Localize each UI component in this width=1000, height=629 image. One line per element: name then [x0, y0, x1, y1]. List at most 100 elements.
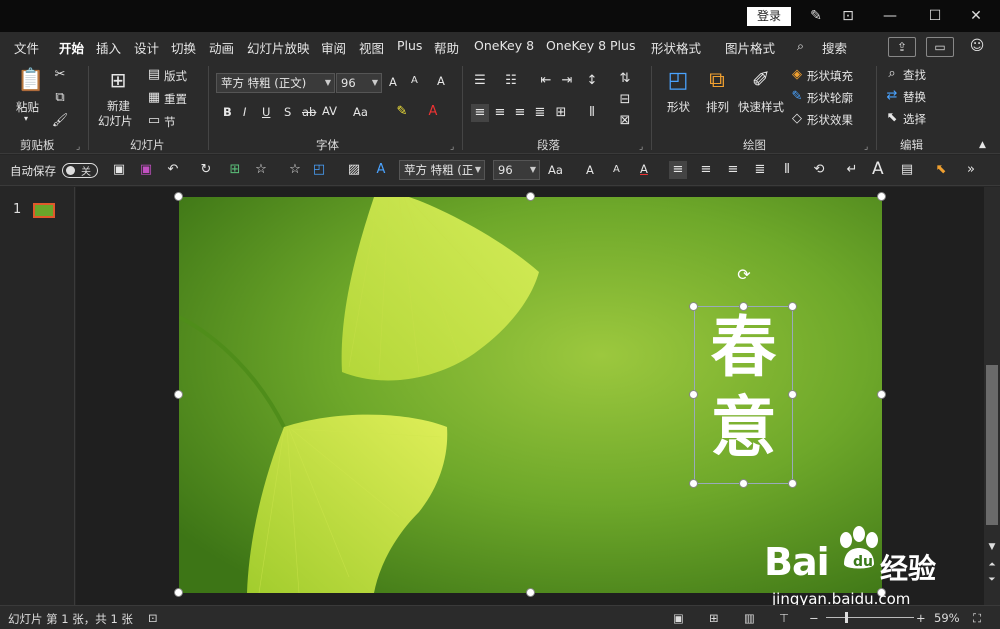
tab-animations[interactable]: 动画 [209, 38, 234, 57]
slide-thumbnail[interactable] [33, 203, 55, 218]
resize-handle[interactable] [788, 302, 797, 311]
decrease-indent-icon[interactable]: ⇤ [537, 72, 555, 90]
copy-icon[interactable]: ⧉ [51, 89, 69, 107]
smartart-icon[interactable]: ⊠ [616, 112, 634, 130]
select-icon[interactable]: ⬉ [883, 109, 901, 127]
format-painter-icon[interactable]: 🖌 [51, 112, 69, 130]
justify-icon[interactable]: ≣ [531, 104, 549, 122]
resize-handle[interactable] [174, 390, 183, 399]
distributed-icon[interactable]: ⊞ [552, 104, 570, 122]
smiley-icon[interactable]: ☺ [967, 36, 987, 56]
paste-dropdown-icon[interactable]: ▾ [24, 114, 28, 123]
qat-font-family-select[interactable]: 苹方 特粗 (正 ▼ [399, 160, 485, 180]
align-icon[interactable]: ⊞ [226, 161, 244, 179]
bullets-icon[interactable]: ☰ [471, 72, 489, 90]
pen-icon[interactable]: ✎ [806, 6, 826, 26]
rotate-handle-icon[interactable]: ⟳ [734, 265, 754, 285]
quick-styles-button[interactable]: 快速样式 [738, 99, 784, 115]
change-case-button[interactable]: Aa [353, 105, 368, 119]
drawing-launcher-icon[interactable]: ⌟ [864, 142, 868, 152]
strikethrough-button[interactable]: ab [302, 105, 316, 119]
qat-distribute-icon[interactable]: ⫴ [778, 161, 796, 179]
resize-handle[interactable] [526, 588, 535, 597]
resize-handle[interactable] [877, 192, 886, 201]
increase-indent-icon[interactable]: ⇥ [558, 72, 576, 90]
next-slide-icon[interactable]: ⏷ [984, 570, 1000, 590]
underline-button[interactable]: U [262, 105, 270, 119]
select-button[interactable]: 选择 [903, 111, 926, 127]
tab-view[interactable]: 视图 [359, 38, 384, 57]
search-label[interactable]: 搜索 [822, 38, 847, 57]
zoom-out-icon[interactable]: − [809, 611, 819, 625]
close-icon[interactable]: ✕ [966, 6, 986, 26]
qat-justify-icon[interactable]: ≣ [751, 161, 769, 179]
resize-handle[interactable] [788, 479, 797, 488]
text-direction-icon[interactable]: ⇅ [616, 70, 634, 88]
zoom-slider[interactable] [826, 617, 914, 618]
resize-handle[interactable] [877, 390, 886, 399]
reset-button[interactable]: 重置 [164, 91, 187, 107]
scrollbar-thumb[interactable] [986, 365, 998, 525]
tab-picture-format[interactable]: 图片格式 [725, 38, 775, 57]
new-slide-icon[interactable]: ⊞ [104, 68, 132, 94]
qat-layout-icon[interactable]: ▤ [898, 161, 916, 179]
undo-icon[interactable]: ↶ [164, 161, 182, 179]
italic-button[interactable]: I [243, 105, 246, 119]
section-button[interactable]: 节 [164, 114, 176, 130]
align-center-icon[interactable]: ≡ [491, 104, 509, 122]
quick-styles-icon[interactable]: ✐ [748, 68, 774, 94]
textbox-icon[interactable]: A [372, 161, 390, 179]
tab-shape-format[interactable]: 形状格式 [651, 38, 701, 57]
align-text-icon[interactable]: ⊟ [616, 91, 634, 109]
align-right-icon[interactable]: ≡ [511, 104, 529, 122]
shape-effects-button[interactable]: 形状效果 [807, 112, 853, 128]
font-launcher-icon[interactable]: ⌟ [450, 142, 454, 152]
normal-view-icon[interactable]: ▣ [673, 611, 684, 625]
qat-change-case-button[interactable]: Aa [548, 163, 563, 177]
find-button[interactable]: 查找 [903, 67, 926, 83]
shrink-font-button[interactable]: A [411, 75, 418, 86]
reset-icon[interactable]: ▦ [145, 89, 163, 107]
char-spacing-button[interactable]: AV [322, 104, 337, 118]
replace-icon[interactable]: ⇄ [883, 87, 901, 105]
font-color-icon[interactable]: A [424, 103, 442, 121]
shape-outline-button[interactable]: 形状轮廓 [807, 90, 853, 106]
layout-icon[interactable]: ▤ [145, 66, 163, 84]
layout-button[interactable]: 版式 [164, 68, 187, 84]
numbering-icon[interactable]: ☷ [502, 72, 520, 90]
minimize-icon[interactable]: — [880, 6, 900, 26]
tab-plus[interactable]: Plus [397, 38, 422, 53]
qat-align-right-icon[interactable]: ≡ [724, 161, 742, 179]
shape-icon[interactable]: ◰ [665, 68, 691, 94]
resize-handle[interactable] [739, 479, 748, 488]
tab-help[interactable]: 帮助 [434, 38, 459, 57]
paragraph-launcher-icon[interactable]: ⌟ [639, 142, 643, 152]
search-icon[interactable]: ⌕ [797, 38, 804, 54]
slideshow-icon[interactable]: ⊤ [779, 611, 789, 625]
picture-icon[interactable]: ▨ [345, 161, 363, 179]
title-text[interactable]: 春 意 [694, 308, 793, 468]
collapse-ribbon-icon[interactable]: ▲ [979, 140, 986, 150]
tab-onekey8[interactable]: OneKey 8 [474, 38, 534, 53]
qat-big-a-button[interactable]: A [872, 159, 884, 179]
resize-handle[interactable] [689, 302, 698, 311]
qat-rotate-icon[interactable]: ⟲ [810, 161, 828, 179]
share-button[interactable]: ⇪ [888, 37, 916, 57]
comments-button[interactable]: ▭ [926, 37, 954, 57]
save-as-icon[interactable]: ▣ [137, 161, 155, 179]
maximize-icon[interactable]: ☐ [925, 6, 945, 26]
shape-effects-icon[interactable]: ◇ [788, 110, 806, 128]
qat-font-size-select[interactable]: 96 ▼ [493, 160, 540, 180]
tab-home[interactable]: 开始 [59, 38, 85, 62]
clear-format-button[interactable]: A [437, 74, 445, 88]
section-icon[interactable]: ▭ [145, 112, 163, 130]
tab-onekey8-plus[interactable]: OneKey 8 Plus [546, 38, 635, 53]
zoom-level[interactable]: 59% [934, 611, 960, 625]
resize-handle[interactable] [174, 588, 183, 597]
resize-handle[interactable] [689, 390, 698, 399]
zoom-in-icon[interactable]: + [916, 611, 926, 625]
grow-font-button[interactable]: A [389, 75, 397, 89]
scroll-down-icon[interactable]: ▼ [984, 537, 1000, 557]
autosave-toggle[interactable]: 关 [62, 163, 98, 178]
qat-font-color-button[interactable]: A [640, 162, 648, 176]
